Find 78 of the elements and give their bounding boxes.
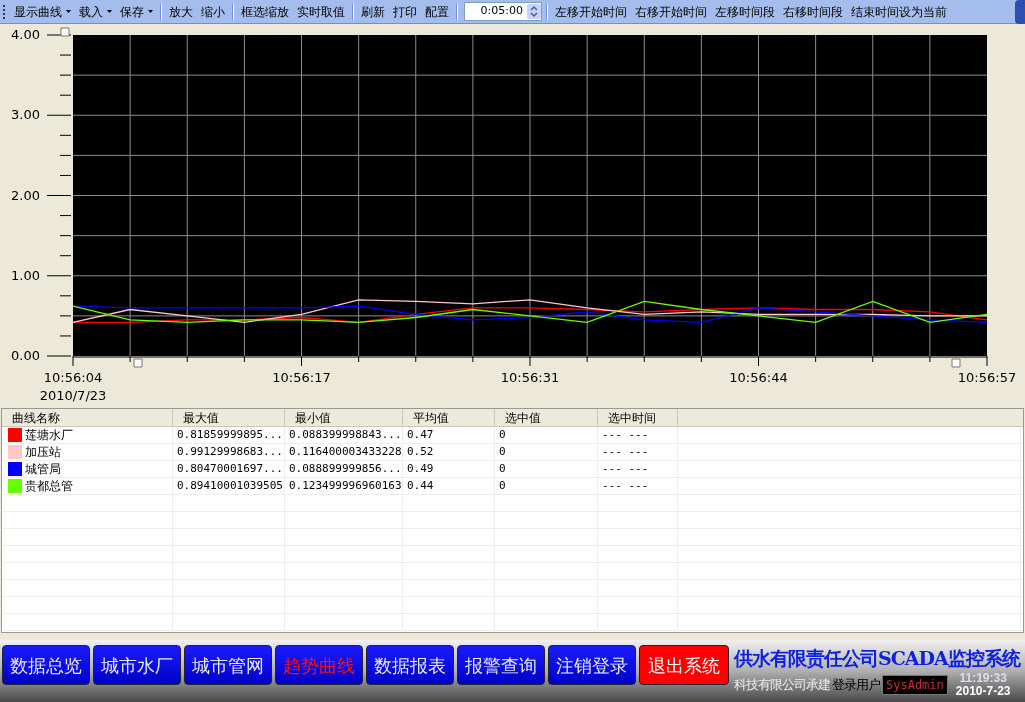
- y-tick-label: 2.00: [11, 187, 40, 203]
- clock-date: 2010-7-23: [955, 685, 1011, 698]
- toolbar-button[interactable]: 配置: [422, 1, 452, 22]
- y-tick-label: 4.00: [11, 27, 40, 42]
- table-cell-text: --- ---: [602, 426, 649, 443]
- table-cell-text: --- ---: [602, 477, 649, 494]
- handle-icon[interactable]: [951, 358, 961, 368]
- caret-icon[interactable]: [66, 10, 71, 13]
- handle-icon[interactable]: [133, 358, 143, 368]
- toolbar-button[interactable]: 框选缩放: [238, 1, 292, 22]
- table-cell-text: 0.088899999856...: [289, 460, 402, 477]
- table-cell-text: 0: [499, 443, 506, 460]
- table-cell-text: 0: [499, 477, 506, 494]
- toolbar-button[interactable]: 左移开始时间: [552, 1, 630, 22]
- column-header[interactable]: 平均值: [403, 409, 495, 426]
- table-cell-text: 0.81859999895...: [177, 426, 283, 443]
- nav-tab[interactable]: 城市管网: [184, 645, 272, 685]
- grip-icon[interactable]: [3, 4, 6, 19]
- nav-tab[interactable]: 数据报表: [366, 645, 454, 685]
- x-tick-label: 10:56:44: [729, 370, 788, 385]
- table-cell-text: 0.52: [407, 443, 434, 460]
- toolbar-dropdown[interactable]: 载入: [76, 1, 115, 22]
- column-header[interactable]: 最大值: [173, 409, 285, 426]
- nav-tab[interactable]: 城市水厂: [93, 645, 181, 685]
- table-cell-text: 莲塘水厂: [25, 427, 73, 444]
- x-tick-label: 10:56:04: [43, 370, 103, 385]
- nav-tab[interactable]: 数据总览: [2, 645, 90, 685]
- table-cell-text: --- ---: [602, 443, 649, 460]
- table-cell-text: 0.99129998683...: [177, 443, 283, 460]
- handle-icon[interactable]: [60, 27, 70, 37]
- y-tick-label: 3.00: [11, 107, 40, 123]
- column-header[interactable]: 选中值: [495, 409, 598, 426]
- caret-icon[interactable]: [107, 10, 112, 13]
- clock-time: 11:19:33: [959, 672, 1007, 685]
- toolbar-button[interactable]: 左移时间段: [712, 1, 778, 22]
- nav-tab[interactable]: 注销登录: [548, 645, 636, 685]
- toolbar-button[interactable]: 右移开始时间: [632, 1, 710, 22]
- table-cell-text: --- ---: [602, 460, 649, 477]
- table-cell-text: 0.47: [407, 426, 434, 443]
- time-field[interactable]: 0:05:00: [464, 2, 542, 21]
- x-tick-label: 10:56:57: [957, 370, 1017, 385]
- toolbar-button[interactable]: 打印: [390, 1, 420, 22]
- user-label: 登录用户: [832, 676, 880, 695]
- table-cell-text: 0: [499, 460, 506, 477]
- y-tick-label: 0.00: [11, 348, 40, 363]
- toolbar-button[interactable]: 右移时间段: [780, 1, 846, 22]
- toolbar-dropdown[interactable]: 保存: [117, 1, 156, 22]
- column-header[interactable]: 选中时间: [598, 409, 678, 426]
- table-cell-text: 0.44: [407, 477, 434, 494]
- y-tick-label: 1.00: [11, 267, 40, 283]
- table-cell-text: 0.123499996960163: [289, 477, 402, 494]
- spinner-icon[interactable]: [527, 4, 541, 19]
- table-cell-text: 0.49: [407, 460, 434, 477]
- caret-icon[interactable]: [148, 10, 153, 13]
- nav-tab[interactable]: 报警查询: [457, 645, 545, 685]
- toolbar-button[interactable]: 实时取值: [294, 1, 348, 22]
- table-cell-text: 0.80470001697...: [177, 460, 283, 477]
- table-cell-text: 0: [499, 426, 506, 443]
- date-label: 2010/7/23: [39, 388, 107, 403]
- toolbar-button[interactable]: 结束时间设为当前: [848, 1, 950, 22]
- toolbar-dropdown[interactable]: 显示曲线: [11, 1, 74, 22]
- table-cell-text: 0.088399998843...: [289, 426, 402, 443]
- exit-button[interactable]: 退出系统: [639, 645, 729, 685]
- x-tick-label: 10:56:17: [272, 370, 331, 385]
- toolbar-button[interactable]: 刷新: [358, 1, 388, 22]
- table-cell-text: 贵都总管: [25, 478, 73, 495]
- builder-text: 科技有限公司承建: [734, 676, 830, 695]
- column-header[interactable]: 曲线名称: [2, 409, 173, 426]
- table-cell-text: 城管局: [25, 461, 61, 478]
- table-cell-text: 加压站: [25, 444, 61, 461]
- user-name: SysAdmin: [882, 675, 948, 695]
- toolbar-button[interactable]: 缩小: [198, 1, 228, 22]
- toolbar-button[interactable]: 放大: [166, 1, 196, 22]
- table-cell-text: 0.116400003433228: [289, 443, 402, 460]
- table-cell-text: 0.89410001039505: [177, 477, 283, 494]
- column-header[interactable]: 最小值: [285, 409, 403, 426]
- x-tick-label: 10:56:31: [500, 370, 560, 385]
- app-title: 供水有限责任公司SCADA监控系统: [734, 646, 1020, 671]
